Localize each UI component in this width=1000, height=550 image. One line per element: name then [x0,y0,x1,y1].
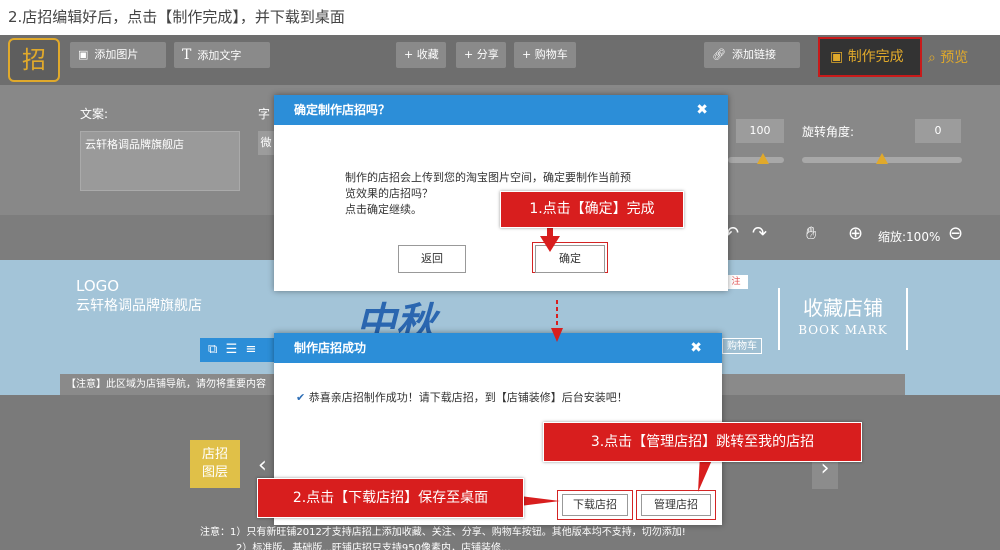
arrow-head-down [551,328,563,342]
callout-step1: 1.点击【确定】完成 [500,191,684,228]
arrow-to-download [520,496,560,506]
arrow-to-confirm [540,228,560,252]
callout-step3: 3.点击【管理店招】跳转至我的店招 [543,422,862,462]
callout-step2: 2.点击【下载店招】保存至桌面 [257,478,524,518]
annotation-arrows [520,228,712,506]
